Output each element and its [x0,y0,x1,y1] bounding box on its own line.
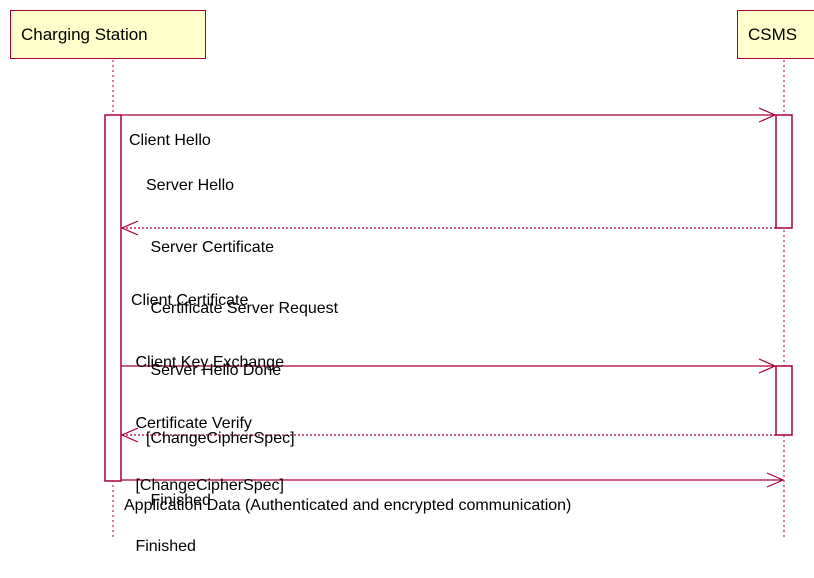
message-line: [ChangeCipherSpec] [146,430,295,447]
participant-csms: CSMS [737,10,814,59]
arrow-client-hello [121,107,777,123]
message-line: Finished [131,538,196,555]
message-label-application-data: Application Data (Authenticated and encr… [124,455,571,537]
participant-charging-station: Charging Station [10,10,206,59]
participant-label: Charging Station [21,24,148,44]
activation-csms-1 [775,114,793,229]
message-line: Application Data (Authenticated and encr… [124,497,572,514]
participant-label: CSMS [748,24,798,44]
activation-csms-2 [775,365,793,436]
activation-charging-station [104,114,122,482]
message-line: Client Certificate [131,292,249,309]
message-line: Client Key Exchange [131,353,284,371]
message-line: Server Hello [146,177,235,194]
